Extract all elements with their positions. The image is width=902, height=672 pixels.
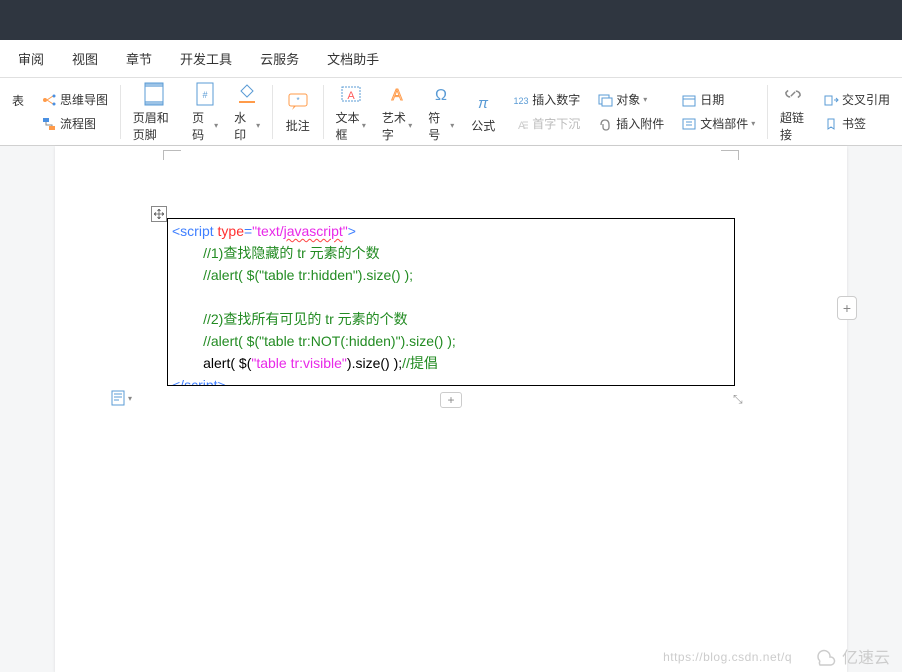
btn-xref[interactable]: 交叉引用 bbox=[820, 89, 892, 111]
chevron-down-icon: ▾ bbox=[408, 121, 412, 130]
btn-attach[interactable]: 插入附件 bbox=[594, 113, 666, 135]
svg-text:A: A bbox=[392, 87, 403, 104]
btn-insert-number[interactable]: 123 插入数字 bbox=[510, 89, 582, 111]
btn-date[interactable]: 日期 bbox=[678, 89, 726, 111]
svg-text:π: π bbox=[478, 95, 489, 112]
bookmark-icon bbox=[822, 115, 840, 133]
chevron-down-icon: ▾ bbox=[450, 121, 454, 130]
chevron-down-icon: ▾ bbox=[643, 95, 647, 104]
object-icon bbox=[596, 91, 614, 109]
title-bar bbox=[0, 0, 902, 40]
insert-number-icon: 123 bbox=[512, 91, 530, 109]
menu-cloud[interactable]: 云服务 bbox=[246, 49, 313, 68]
btn-docparts[interactable]: 文档部件▾ bbox=[678, 113, 757, 135]
btn-table[interactable]: 表 bbox=[10, 90, 26, 133]
object-move-handle[interactable] bbox=[151, 206, 167, 222]
header-footer-icon bbox=[141, 81, 167, 107]
menu-chapter[interactable]: 章节 bbox=[112, 49, 166, 68]
svg-text:#: # bbox=[203, 90, 208, 100]
menu-dochelper[interactable]: 文档助手 bbox=[313, 49, 393, 68]
btn-mindmap[interactable]: 思维导图 bbox=[38, 89, 110, 111]
btn-watermark[interactable]: 水印▾ bbox=[226, 77, 268, 147]
menu-devtools[interactable]: 开发工具 bbox=[166, 49, 246, 68]
paragraph-options-button[interactable]: ▾ bbox=[111, 390, 132, 406]
symbol-icon: Ω bbox=[428, 81, 454, 107]
ribbon-group-left: 表 bbox=[4, 88, 32, 135]
add-row-button[interactable]: + bbox=[440, 392, 462, 408]
ribbon-group-object: 对象▾ 插入附件 bbox=[588, 87, 672, 137]
ribbon-group-date-parts: 日期 文档部件▾ bbox=[672, 87, 763, 137]
watermark-url: https://blog.csdn.net/q bbox=[663, 650, 792, 664]
document-page[interactable]: <script type="text/javascript"> //1)查找隐藏… bbox=[55, 146, 847, 672]
btn-formula[interactable]: π 公式 bbox=[462, 85, 504, 138]
chevron-down-icon: ▾ bbox=[751, 119, 755, 128]
divider bbox=[323, 85, 324, 139]
menu-view[interactable]: 视图 bbox=[58, 49, 112, 68]
divider bbox=[272, 85, 273, 139]
btn-symbol[interactable]: Ω 符号▾ bbox=[420, 77, 462, 147]
chevron-down-icon: ▾ bbox=[214, 121, 218, 130]
docparts-icon bbox=[680, 115, 698, 133]
code-textbox[interactable]: <script type="text/javascript"> //1)查找隐藏… bbox=[167, 218, 735, 386]
menu-review[interactable]: 审阅 bbox=[4, 49, 58, 68]
btn-hyperlink[interactable]: 超链接 bbox=[772, 77, 814, 147]
watermark-icon bbox=[234, 81, 260, 107]
paperclip-icon bbox=[596, 115, 614, 133]
resize-handle-icon[interactable]: ⤡ bbox=[733, 392, 747, 406]
ribbon-toolbar: 表 思维导图 流程图 页眉和页脚 # 页码▾ 水印▾ * 批注 A 文本框▾ A… bbox=[0, 78, 902, 146]
btn-flowchart[interactable]: 流程图 bbox=[38, 113, 98, 135]
btn-wordart[interactable]: A 艺术字▾ bbox=[374, 77, 420, 147]
menu-bar: 审阅 视图 章节 开发工具 云服务 文档助手 bbox=[0, 40, 902, 78]
xref-icon bbox=[822, 91, 840, 109]
btn-comment[interactable]: * 批注 bbox=[277, 85, 319, 138]
ribbon-group-ref: 交叉引用 书签 bbox=[814, 87, 898, 137]
comment-icon: * bbox=[285, 89, 311, 115]
watermark-logo: 亿速云 bbox=[812, 644, 890, 668]
ribbon-group-insert-misc: 123 插入数字 A 首字下沉 bbox=[504, 87, 588, 137]
margin-marker bbox=[163, 150, 181, 160]
btn-bookmark[interactable]: 书签 bbox=[820, 113, 868, 135]
svg-text:A: A bbox=[347, 90, 355, 102]
margin-marker bbox=[721, 150, 739, 160]
svg-text:*: * bbox=[296, 96, 299, 105]
svg-text:123: 123 bbox=[514, 96, 529, 106]
btn-page-number[interactable]: # 页码▾ bbox=[184, 77, 226, 147]
chevron-down-icon: ▾ bbox=[362, 121, 366, 130]
wordart-icon: A bbox=[384, 81, 410, 107]
dropcap-icon: A bbox=[512, 115, 530, 133]
workspace: <script type="text/javascript"> //1)查找隐藏… bbox=[0, 146, 902, 672]
flowchart-icon bbox=[40, 115, 58, 133]
btn-object[interactable]: 对象▾ bbox=[594, 89, 649, 111]
divider bbox=[120, 85, 121, 139]
calendar-icon bbox=[680, 91, 698, 109]
formula-icon: π bbox=[470, 89, 496, 115]
chevron-down-icon: ▾ bbox=[256, 121, 260, 130]
btn-textbox[interactable]: A 文本框▾ bbox=[328, 77, 374, 147]
mindmap-icon bbox=[40, 91, 58, 109]
btn-dropcap: A 首字下沉 bbox=[510, 113, 582, 135]
btn-header-footer[interactable]: 页眉和页脚 bbox=[125, 77, 184, 147]
page-number-icon: # bbox=[192, 81, 218, 107]
svg-text:Ω: Ω bbox=[435, 87, 447, 104]
divider bbox=[767, 85, 768, 139]
ribbon-group-diagrams: 思维导图 流程图 bbox=[32, 87, 116, 137]
add-column-button[interactable]: + bbox=[837, 296, 857, 320]
hyperlink-icon bbox=[780, 81, 806, 107]
textbox-icon: A bbox=[338, 81, 364, 107]
chevron-down-icon: ▾ bbox=[128, 394, 132, 403]
